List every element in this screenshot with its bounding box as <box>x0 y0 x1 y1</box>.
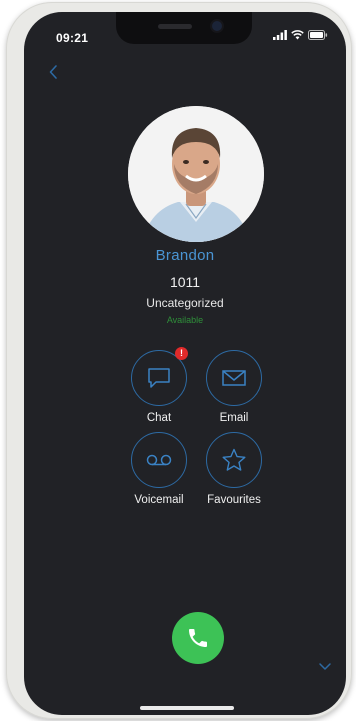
status-time: 09:21 <box>56 31 89 45</box>
home-indicator <box>140 706 234 710</box>
contact-photo <box>128 106 264 242</box>
screen: 09:21 Brandon 1011 Uncategorized Availab… <box>24 12 346 715</box>
envelope-icon <box>222 370 246 386</box>
email-button[interactable] <box>206 350 262 406</box>
signal-icon <box>273 30 287 40</box>
favourites-button[interactable] <box>206 432 262 488</box>
notch <box>116 12 252 44</box>
phone-frame: 09:21 Brandon 1011 Uncategorized Availab… <box>6 2 352 719</box>
chat-bubble-icon <box>148 368 170 388</box>
chevron-down-icon <box>319 663 331 670</box>
collapse-button[interactable] <box>318 658 332 676</box>
status-icons <box>273 30 328 40</box>
star-icon <box>222 448 246 471</box>
call-button[interactable] <box>172 612 224 664</box>
contact-category: Uncategorized <box>146 296 224 310</box>
earpiece-speaker <box>158 24 192 29</box>
contact-name: Brandon <box>155 247 215 264</box>
front-camera <box>212 21 222 31</box>
email-action[interactable]: Email <box>189 350 279 424</box>
favourites-action[interactable]: Favourites <box>189 432 279 506</box>
back-button[interactable] <box>48 64 58 85</box>
contact-extension: 1011 <box>169 274 201 290</box>
contact-avatar <box>128 106 264 242</box>
wifi-icon <box>291 30 304 40</box>
phone-icon <box>189 629 207 647</box>
voicemail-icon <box>146 454 172 466</box>
chat-button[interactable]: ! <box>131 347 188 406</box>
favourites-label: Favourites <box>207 494 261 506</box>
presence-status: Available <box>166 315 204 325</box>
battery-icon <box>308 30 328 40</box>
chat-unread-badge: ! <box>175 347 188 360</box>
voicemail-button[interactable] <box>131 432 187 488</box>
email-label: Email <box>219 412 249 424</box>
chevron-left-icon <box>49 65 57 79</box>
